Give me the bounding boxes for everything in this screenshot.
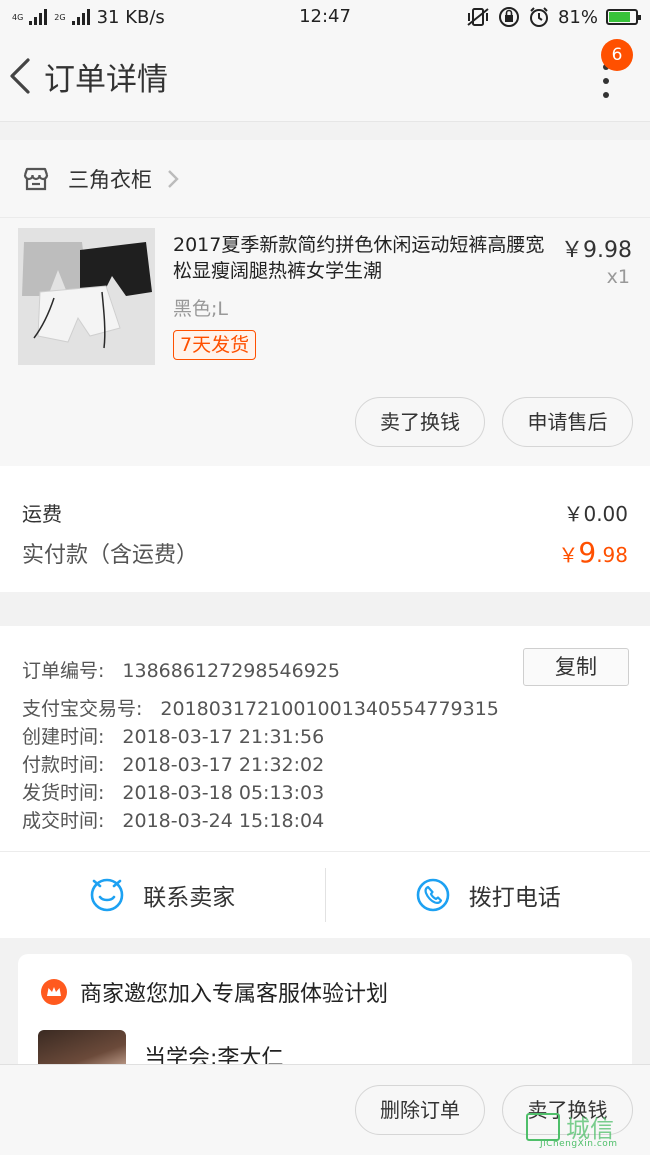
contact-seller-button[interactable]: 联系卖家 bbox=[0, 852, 325, 938]
shipping-fee-row: 运费 ￥0.00 bbox=[22, 498, 628, 527]
paid-time-value: 2018-03-17 21:32:02 bbox=[122, 754, 325, 776]
order-number-line: 订单编号: 1386861272985469​25 bbox=[22, 656, 340, 683]
paid-time-line: 付款时间: 2018-03-17 21:32:02 bbox=[22, 750, 324, 777]
back-arrow-icon[interactable] bbox=[6, 56, 36, 96]
battery-icon bbox=[606, 9, 641, 25]
sell-for-cash-button[interactable]: 卖了换钱 bbox=[355, 397, 485, 447]
product-sku: 黑色;L bbox=[173, 298, 228, 320]
paid-currency: ￥ bbox=[558, 543, 579, 567]
page-title: 订单详情 bbox=[44, 62, 168, 98]
site-watermark: 城信 JiChengXin.com bbox=[526, 1109, 644, 1149]
paid-time-label: 付款时间: bbox=[22, 754, 105, 776]
status-bar: 4G 2G 31 KB/s 12:47 81% bbox=[0, 0, 650, 34]
signal-icon-2 bbox=[71, 9, 90, 25]
product-card: 2017夏季新款简约拼色休闲运动短裤高腰宽松显瘦阔腿热裤女学生潮 ￥9.98 x… bbox=[0, 218, 650, 466]
copy-order-number-button[interactable]: 复制 bbox=[523, 648, 629, 686]
watermark-url: JiChengXin.com bbox=[540, 1139, 618, 1149]
phone-icon bbox=[416, 878, 450, 912]
alarm-icon bbox=[529, 7, 548, 27]
network-type-stack: 4G bbox=[12, 13, 23, 22]
chevron-right-icon bbox=[168, 169, 179, 188]
network-type-secondary: 2G bbox=[54, 12, 66, 22]
shipping-fee-label: 运费 bbox=[22, 502, 62, 526]
product-price: ￥9.98 bbox=[561, 238, 632, 263]
delete-order-button[interactable]: 删除订单 bbox=[355, 1085, 485, 1135]
fee-summary: 运费 ￥0.00 实付款（含运费） ￥9.98 bbox=[0, 466, 650, 592]
done-time-line: 成交时间: 2018-03-24 15:18:04 bbox=[22, 806, 324, 833]
battery-fill bbox=[609, 12, 631, 22]
paid-amount-row: 实付款（含运费） ￥9.98 bbox=[22, 536, 628, 569]
shipped-time-value: 2018-03-18 05:13:03 bbox=[122, 782, 325, 804]
order-number-value: 1386861272985469​25 bbox=[122, 660, 340, 682]
created-time-line: 创建时间: 2018-03-17 21:31:56 bbox=[22, 722, 324, 749]
order-info: 订单编号: 1386861272985469​25 复制 支付宝交易号: 20180… bbox=[0, 626, 650, 852]
shipped-time-label: 发货时间: bbox=[22, 782, 105, 804]
signal-icon-1 bbox=[29, 9, 48, 25]
done-time-label: 成交时间: bbox=[22, 810, 105, 832]
paid-decimal: .98 bbox=[596, 543, 628, 567]
app-header: 订单详情 6 bbox=[0, 34, 650, 122]
contact-seller-label: 联系卖家 bbox=[143, 885, 236, 911]
created-time-value: 2018-03-17 21:31:56 bbox=[122, 726, 325, 748]
status-left: 4G 2G 31 KB/s bbox=[12, 7, 252, 28]
network-type-primary: 4G bbox=[12, 12, 24, 22]
status-right: 81% bbox=[466, 6, 641, 28]
shipped-time-line: 发货时间: 2018-03-18 05:13:03 bbox=[22, 778, 324, 805]
vibrate-icon bbox=[467, 8, 489, 26]
rotation-lock-icon bbox=[498, 7, 519, 27]
product-quantity: x1 bbox=[606, 266, 630, 288]
paid-integer: 9 bbox=[578, 536, 597, 569]
shop-name: 三角衣柜 bbox=[68, 167, 152, 192]
message-badge[interactable]: 6 bbox=[601, 39, 633, 71]
promo-title: 商家邀您加入专属客服体验计划 bbox=[80, 982, 389, 1007]
product-title[interactable]: 2017夏季新款简约拼色休闲运动短裤高腰宽松显瘦阔腿热裤女学生潮 bbox=[173, 232, 553, 284]
chat-face-icon bbox=[91, 878, 124, 912]
watermark-logo-icon bbox=[526, 1113, 560, 1141]
after-sale-button[interactable]: 申请售后 bbox=[502, 397, 633, 447]
created-time-label: 创建时间: bbox=[22, 726, 105, 748]
store-icon bbox=[23, 167, 49, 190]
paid-amount-value: ￥9.98 bbox=[558, 536, 628, 569]
crown-icon bbox=[41, 979, 67, 1005]
bottom-action-bar: 删除订单 卖了换钱 城信 JiChengXin.com bbox=[0, 1064, 650, 1155]
paid-amount-label: 实付款（含运费） bbox=[22, 543, 199, 568]
alipay-number-label: 支付宝交易号: bbox=[22, 698, 143, 720]
contact-bar: 联系卖家 拨打电话 bbox=[0, 852, 650, 938]
call-phone-button[interactable]: 拨打电话 bbox=[326, 852, 650, 938]
shop-row[interactable]: 三角衣柜 bbox=[0, 140, 650, 218]
shipping-fee-value: ￥0.00 bbox=[563, 502, 628, 526]
network-speed: 31 KB/s bbox=[96, 6, 165, 28]
call-phone-label: 拨打电话 bbox=[468, 885, 561, 911]
alipay-number-line: 支付宝交易号: 2018031721001001340554779315 bbox=[22, 694, 499, 721]
done-time-value: 2018-03-24 15:18:04 bbox=[122, 810, 325, 832]
network-type-stack-2: 2G bbox=[54, 13, 65, 22]
alipay-number-value: 2018031721001001340554779315 bbox=[160, 698, 499, 720]
battery-percent: 81% bbox=[557, 6, 598, 28]
shipping-tag: 7天发货 bbox=[173, 330, 257, 360]
more-dot-icon bbox=[603, 78, 609, 84]
order-number-label: 订单编号: bbox=[22, 660, 105, 682]
more-dot-icon bbox=[603, 92, 609, 98]
product-image bbox=[18, 228, 155, 365]
product-thumbnail[interactable] bbox=[18, 228, 155, 365]
